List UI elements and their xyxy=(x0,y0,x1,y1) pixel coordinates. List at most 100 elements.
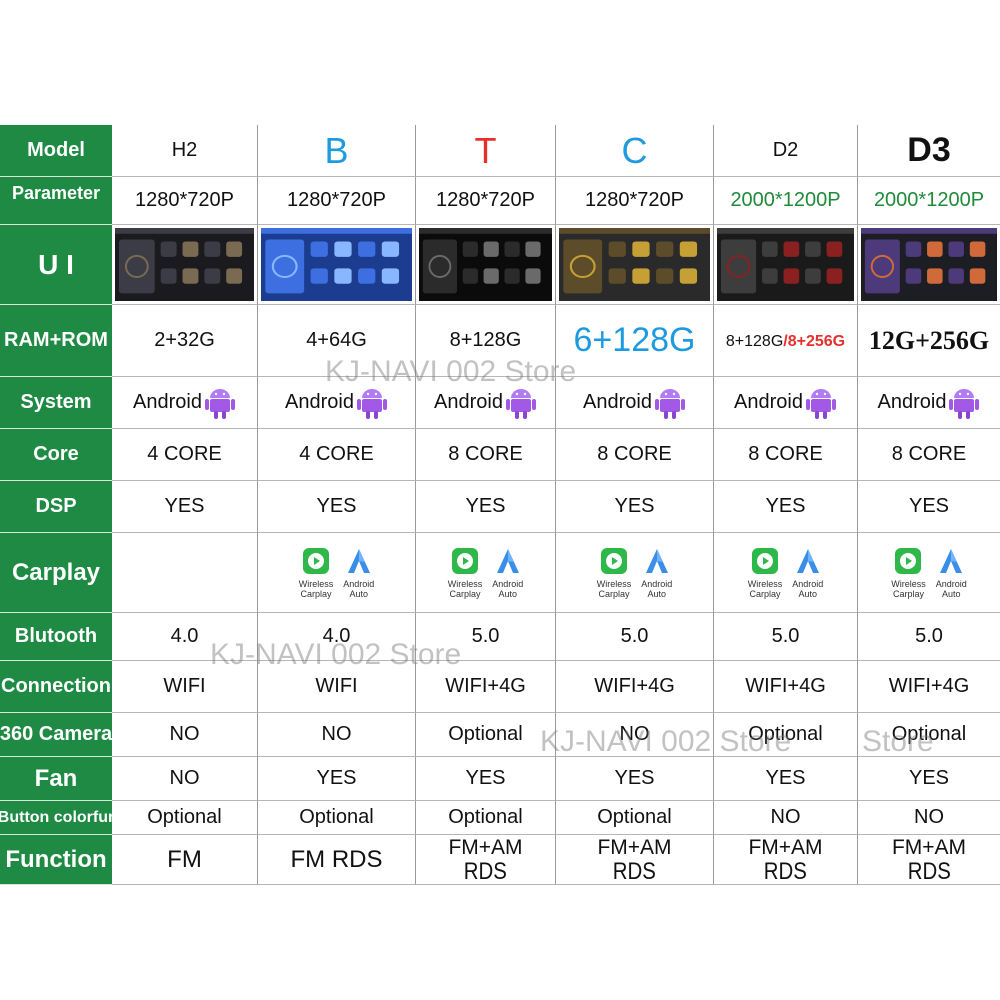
ram-main: 8+128G xyxy=(725,333,784,350)
cell-fan-h2: NO xyxy=(112,757,258,801)
ram-value: 8+128G/8+256G xyxy=(726,329,845,352)
carplay-icon xyxy=(451,547,478,574)
function-value: FM+AM RDS xyxy=(892,836,966,884)
app-tile xyxy=(160,268,177,284)
cell-fan-d3: YES xyxy=(858,757,1000,801)
android-auto-badge: Android Auto xyxy=(936,547,967,599)
connection-value: WIFI+4G xyxy=(445,675,526,697)
system-value: Android xyxy=(133,386,236,420)
carplay-icon xyxy=(895,547,922,574)
system-label: Android xyxy=(734,391,803,413)
connection-value: WIFI+4G xyxy=(594,675,675,697)
app-tile xyxy=(969,241,986,257)
fan-value: YES xyxy=(316,767,357,789)
ram-main: 12G+256G xyxy=(868,325,990,355)
fan-value: YES xyxy=(908,767,950,789)
android-auto-icon xyxy=(645,548,668,573)
connection-value: WIFI+4G xyxy=(888,675,970,697)
row-resolution: Parameter 1280*720P 1280*720P 1280*720P 1280… xyxy=(0,177,1000,225)
row-label: RAM+ROM xyxy=(0,305,112,377)
button-value: Optional xyxy=(299,806,374,828)
cell-ram-b: 4+64G xyxy=(258,305,416,377)
cell-camera-d3: Optional xyxy=(858,713,1000,757)
row-connection: Connection WIFI WIFI WIFI+4G WIFI+4G WIFI+4G W… xyxy=(0,661,1000,713)
android-robot-icon xyxy=(654,388,685,419)
button-value: Optional xyxy=(448,806,523,828)
android-robot-icon xyxy=(204,388,235,419)
row-system: System Android Android Android Android Androi… xyxy=(0,377,1000,429)
auto-text-2: Auto xyxy=(349,588,368,599)
wireless-carplay-badge: Wireless Carplay xyxy=(891,547,926,599)
function-value: FM xyxy=(167,847,202,872)
row-button: Button colorfur Optional Optional Optional O… xyxy=(0,801,1000,835)
row-bluetooth: Blutooth 4.0 4.0 5.0 5.0 5.0 5.0 xyxy=(0,613,1000,661)
cell-button-d2: NO xyxy=(714,801,858,835)
app-tile xyxy=(182,241,199,257)
cell-ram-t: 8+128G xyxy=(416,305,556,377)
ui-screenshot xyxy=(261,228,412,301)
ram-value: 4+64G xyxy=(306,329,367,352)
row-label: 360 Camera xyxy=(0,713,112,757)
row-label: Button colorfur xyxy=(0,801,112,835)
core-value: 4 CORE xyxy=(299,443,374,465)
connection-value: WIFI xyxy=(163,675,206,697)
model-name: C xyxy=(621,129,648,171)
app-tile xyxy=(826,268,843,284)
app-tile xyxy=(905,241,922,257)
android-auto-badge: Android Auto xyxy=(343,547,374,599)
wireless-carplay-badge: Wireless Carplay xyxy=(447,547,483,599)
row-label: System xyxy=(0,377,112,429)
android-auto-badge: Android Auto xyxy=(792,547,823,599)
cell-core-h2: 4 CORE xyxy=(112,429,258,481)
app-tile xyxy=(334,241,352,257)
cell-name-d2: D2 xyxy=(714,125,858,177)
cell-function-c: FM+AM RDS xyxy=(556,835,714,885)
ram-extra: /8+256G xyxy=(783,333,846,350)
row-fan: Fan NO YES YES YES YES YES xyxy=(0,757,1000,801)
comparison-table: Model H2 B T C D2 D3 Parameter 1280*720P 1280*720… xyxy=(0,125,1000,885)
camera-value: Optional xyxy=(748,723,823,745)
cell-bluetooth-t: 5.0 xyxy=(416,613,556,661)
cell-carplay-c: Wireless Carplay Android Auto xyxy=(556,533,714,613)
cell-fan-d2: YES xyxy=(714,757,858,801)
carplay-text-1: Wireless xyxy=(447,578,483,589)
carplay-text-1: Wireless xyxy=(298,578,334,589)
app-tile xyxy=(762,241,778,257)
app-tile xyxy=(310,241,328,257)
cell-function-b: FM RDS xyxy=(258,835,416,885)
auto-text-1: Android xyxy=(641,578,673,589)
app-tile xyxy=(927,268,943,284)
ui-screenshot xyxy=(419,228,552,301)
core-value: 8 CORE xyxy=(748,443,823,465)
auto-text-2: Auto xyxy=(498,588,517,599)
cell-core-d3: 8 CORE xyxy=(858,429,1000,481)
fan-value: NO xyxy=(169,767,200,789)
app-tile xyxy=(656,241,674,257)
function-line: FM+AM xyxy=(891,835,967,859)
android-robot-icon xyxy=(505,388,536,419)
button-value: Optional xyxy=(597,806,672,828)
ui-screenshot xyxy=(559,228,710,301)
function-line: RDS xyxy=(763,857,808,885)
auto-text-1: Android xyxy=(792,578,824,589)
cell-connection-d2: WIFI+4G xyxy=(714,661,858,713)
wireless-carplay-badge: Wireless Carplay xyxy=(298,547,334,599)
model-name: D3 xyxy=(907,131,951,169)
carplay-badges: Wireless Carplay Android Auto xyxy=(447,547,523,599)
carplay-text-1: Wireless xyxy=(596,578,632,589)
app-tile xyxy=(160,241,177,257)
system-value: Android xyxy=(734,386,837,420)
fan-value: YES xyxy=(765,767,806,789)
ram-main: 4+64G xyxy=(306,329,367,351)
dsp-value: YES xyxy=(908,495,950,517)
cell-name-c: C xyxy=(556,125,714,177)
button-value: Optional xyxy=(147,806,222,828)
wireless-carplay-badge: Wireless Carplay xyxy=(596,547,632,599)
model-name: T xyxy=(474,129,497,171)
carplay-badges: Wireless Carplay Android Auto xyxy=(298,547,374,599)
cell-ram-d3: 12G+256G xyxy=(858,305,1000,377)
cell-dsp-d3: YES xyxy=(858,481,1000,533)
app-tile xyxy=(462,241,478,257)
app-tile xyxy=(334,268,352,284)
carplay-text-1: Wireless xyxy=(747,578,783,589)
